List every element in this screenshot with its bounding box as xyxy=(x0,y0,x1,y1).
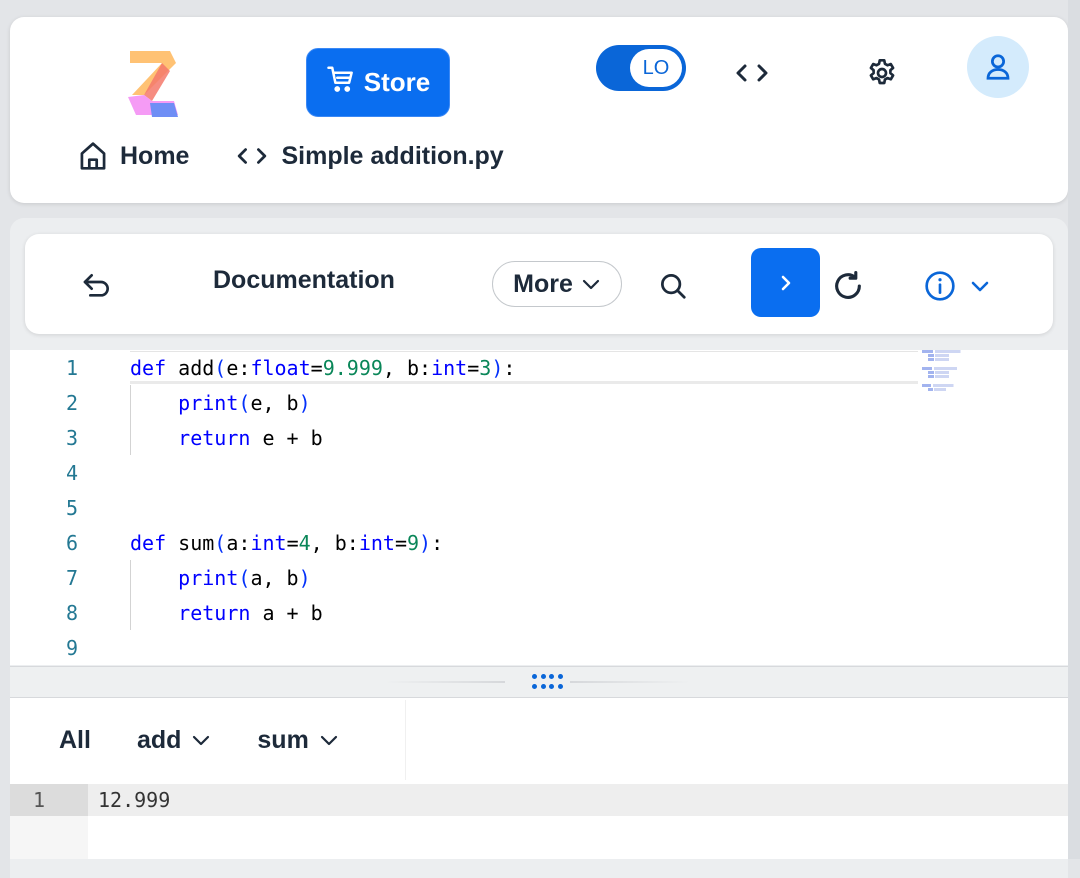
more-label: More xyxy=(513,269,573,298)
search-button[interactable] xyxy=(651,264,695,308)
cart-icon xyxy=(326,64,356,101)
tab-add-label: add xyxy=(136,725,182,754)
code-line[interactable]: 8 return a + b xyxy=(10,595,1068,630)
code-editor[interactable]: 1 def add(e:float=9.999, b:int=3): 2 pri… xyxy=(10,350,1068,665)
grip-line xyxy=(385,681,505,683)
breadcrumb-file[interactable]: Simple addition.py xyxy=(235,141,504,171)
app-logo[interactable] xyxy=(122,45,182,125)
code-brackets-icon xyxy=(736,64,768,82)
user-icon xyxy=(986,54,1010,80)
refresh-button[interactable] xyxy=(826,264,870,308)
output-gutter xyxy=(10,816,88,859)
user-avatar-button[interactable] xyxy=(967,36,1029,98)
tab-sum[interactable]: sum xyxy=(257,726,338,755)
code-minimap[interactable] xyxy=(922,350,982,400)
code-text: def add(e:float=9.999, b:int=3): xyxy=(130,355,516,380)
output-panel: All add sum 1 12.999 xyxy=(10,698,1068,859)
tab-all-label: All xyxy=(59,725,91,754)
code-line[interactable]: 1 def add(e:float=9.999, b:int=3): xyxy=(10,350,1068,385)
gear-icon xyxy=(869,59,895,85)
code-view-button[interactable] xyxy=(730,51,774,95)
chevron-down-icon xyxy=(193,735,210,746)
line-number: 4 xyxy=(65,460,78,485)
breadcrumb-home[interactable]: Home xyxy=(78,140,189,172)
breadcrumb-file-label: Simple addition.py xyxy=(281,141,504,170)
tab-sum-label: sum xyxy=(257,725,309,754)
breadcrumb-home-label: Home xyxy=(120,141,190,170)
scrollbar-track[interactable] xyxy=(1068,0,1080,859)
run-button[interactable] xyxy=(751,248,820,317)
line-number: 8 xyxy=(65,600,78,625)
store-label: Store xyxy=(363,67,431,97)
line-number: 3 xyxy=(65,425,78,450)
header-card: Store LO Home Simple addition.py xyxy=(10,17,1068,203)
chevron-down-icon xyxy=(320,735,337,746)
code-line[interactable]: 4 xyxy=(10,455,1068,490)
code-line[interactable]: 9 xyxy=(10,630,1068,665)
breadcrumb: Home Simple addition.py xyxy=(78,140,504,172)
info-icon xyxy=(925,271,955,301)
chevron-down-icon xyxy=(582,279,599,290)
undo-arrow-icon xyxy=(83,274,109,297)
toggle-knob: LO xyxy=(630,49,682,87)
code-text: return a + b xyxy=(178,600,323,625)
refresh-icon xyxy=(835,270,861,299)
info-dropdown[interactable] xyxy=(917,264,997,308)
output-line-number: 1 xyxy=(10,784,88,816)
output-row: 1 12.999 xyxy=(10,784,1068,816)
code-text: def sum(a:int=4, b:int=9): xyxy=(130,530,444,555)
code-line[interactable]: 2 print(e, b) xyxy=(10,385,1068,420)
grip-line xyxy=(570,681,690,683)
language-toggle[interactable]: LO xyxy=(596,45,686,91)
back-button[interactable] xyxy=(75,264,119,308)
tab-all[interactable]: All xyxy=(59,726,91,755)
search-icon xyxy=(661,274,686,299)
chevron-right-icon xyxy=(781,275,790,290)
code-brackets-icon xyxy=(238,148,267,164)
documentation-button[interactable]: Documentation xyxy=(213,266,395,295)
code-line[interactable]: 6 def sum(a:int=4, b:int=9): xyxy=(10,525,1068,560)
line-number: 9 xyxy=(65,635,78,660)
editor-toolbar: Documentation More xyxy=(25,234,1053,334)
store-button[interactable]: Store xyxy=(306,48,450,117)
settings-button[interactable] xyxy=(860,51,904,95)
code-text: return e + b xyxy=(178,425,323,450)
code-line[interactable]: 7 print(a, b) xyxy=(10,560,1068,595)
tab-add[interactable]: add xyxy=(137,726,211,755)
line-number: 6 xyxy=(65,530,78,555)
code-text: print(e, b) xyxy=(178,390,311,415)
line-number: 5 xyxy=(65,495,78,520)
line-number: 7 xyxy=(65,565,78,590)
line-number: 2 xyxy=(65,390,78,415)
output-tabs: All add sum xyxy=(12,700,406,780)
code-line[interactable]: 3 return e + b xyxy=(10,420,1068,455)
home-icon xyxy=(80,142,106,170)
chevron-down-icon xyxy=(971,281,989,292)
panel-resize-handle[interactable] xyxy=(10,666,1068,698)
drag-grip-icon[interactable] xyxy=(532,674,566,690)
more-dropdown[interactable]: More xyxy=(492,261,622,307)
code-line[interactable]: 5 xyxy=(10,490,1068,525)
output-value: 12.999 xyxy=(98,788,171,812)
code-text: print(a, b) xyxy=(178,565,311,590)
line-number: 1 xyxy=(65,355,78,380)
